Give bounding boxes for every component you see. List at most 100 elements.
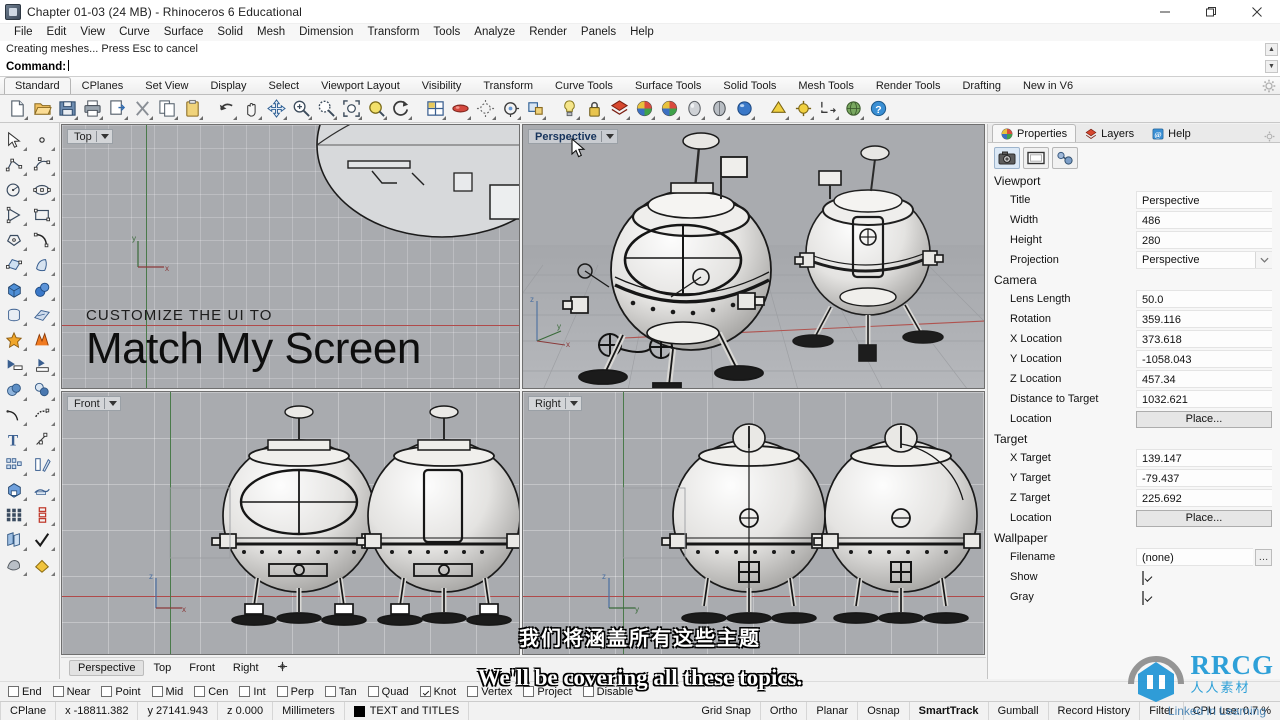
boolean-split-icon[interactable]: [28, 327, 56, 352]
status-toggle-osnap[interactable]: Osnap: [858, 701, 910, 720]
menu-item-tools[interactable]: Tools: [426, 24, 467, 41]
delete-x-icon[interactable]: [131, 98, 153, 120]
menu-item-edit[interactable]: Edit: [40, 24, 74, 41]
paste-icon[interactable]: [181, 98, 203, 120]
zoom-selected-icon[interactable]: [365, 98, 387, 120]
triangle-polygon-icon[interactable]: [0, 202, 28, 227]
ellipse-icon[interactable]: [28, 177, 56, 202]
property-checkbox-cell-gray[interactable]: [1136, 588, 1272, 606]
property-value-z-location[interactable]: 457.34: [1136, 370, 1272, 388]
toolbar-tab-mesh-tools[interactable]: Mesh Tools: [787, 77, 864, 94]
cylinder-icon[interactable]: [0, 302, 28, 327]
grid-array-icon[interactable]: [0, 502, 28, 527]
menu-item-mesh[interactable]: Mesh: [250, 24, 292, 41]
light-bulb-icon[interactable]: [558, 98, 580, 120]
status-toggle-planar[interactable]: Planar: [807, 701, 859, 720]
link-chain-icon[interactable]: [1052, 147, 1078, 169]
toolbar-tab-render-tools[interactable]: Render Tools: [865, 77, 952, 94]
pan-icon[interactable]: [240, 98, 262, 120]
sphere-blue-icon[interactable]: [733, 98, 755, 120]
render-preview-icon[interactable]: [474, 98, 496, 120]
box-edit-icon[interactable]: [0, 477, 28, 502]
dimension-icon[interactable]: [817, 98, 839, 120]
menu-item-solid[interactable]: Solid: [210, 24, 250, 41]
chevron-down-icon[interactable]: [1255, 252, 1272, 268]
zoom-extents-icon[interactable]: [340, 98, 362, 120]
viewport-label-front[interactable]: Front: [67, 396, 121, 411]
toolbar-tab-standard[interactable]: Standard: [4, 77, 71, 94]
status-units[interactable]: Millimeters: [273, 701, 345, 720]
point-icon[interactable]: [28, 127, 56, 152]
property-value-width[interactable]: 486: [1136, 211, 1272, 229]
render-mesh-icon[interactable]: [0, 552, 28, 577]
toolbar-tab-drafting[interactable]: Drafting: [951, 77, 1012, 94]
toolbar-tab-display[interactable]: Display: [199, 77, 257, 94]
boolean-union-icon[interactable]: [0, 377, 28, 402]
command-prompt[interactable]: Command:: [6, 60, 70, 73]
save-icon[interactable]: [56, 98, 78, 120]
maximize-button[interactable]: [1188, 0, 1234, 24]
menu-item-transform[interactable]: Transform: [360, 24, 426, 41]
circle-icon[interactable]: [0, 177, 28, 202]
offset-icon[interactable]: [28, 427, 56, 452]
boolean-difference-icon[interactable]: [28, 377, 56, 402]
chevron-down-icon[interactable]: [605, 134, 614, 139]
close-button[interactable]: [1234, 0, 1280, 24]
four-viewport-icon[interactable]: [424, 98, 446, 120]
help-question-icon[interactable]: ?: [867, 98, 889, 120]
toolbar-tab-new-in-v6[interactable]: New in V6: [1012, 77, 1084, 94]
gear-icon[interactable]: [1262, 79, 1276, 93]
polygon-icon[interactable]: [0, 227, 28, 252]
property-value-rotation[interactable]: 359.116: [1136, 310, 1272, 328]
select-arrow-icon[interactable]: [0, 127, 28, 152]
camera-icon[interactable]: [994, 147, 1020, 169]
sphere-shaded-icon[interactable]: [708, 98, 730, 120]
status-toggle-gumball[interactable]: Gumball: [989, 701, 1049, 720]
lock-icon[interactable]: [583, 98, 605, 120]
property-value-x-target[interactable]: 139.147: [1136, 449, 1272, 467]
menu-item-analyze[interactable]: Analyze: [467, 24, 522, 41]
chevron-down-icon[interactable]: [100, 134, 109, 139]
toolbar-tab-solid-tools[interactable]: Solid Tools: [712, 77, 787, 94]
sphere-gray-icon[interactable]: [683, 98, 705, 120]
paint-bucket-icon[interactable]: [28, 552, 56, 577]
viewport-label-top[interactable]: Top: [67, 129, 113, 144]
property-value-y-target[interactable]: -79.437: [1136, 469, 1272, 487]
render-properties-icon[interactable]: [524, 98, 546, 120]
viewport-front[interactable]: Front z x: [61, 391, 520, 655]
new-file-icon[interactable]: [6, 98, 28, 120]
color-wheel-icon[interactable]: [658, 98, 680, 120]
toolbar-tab-curve-tools[interactable]: Curve Tools: [544, 77, 624, 94]
menu-item-curve[interactable]: Curve: [112, 24, 157, 41]
property-value-height[interactable]: 280: [1136, 231, 1272, 249]
browse-ellipsis-button[interactable]: …: [1255, 548, 1272, 566]
box-icon[interactable]: [0, 277, 28, 302]
mirror-icon[interactable]: [28, 452, 56, 477]
render-icon[interactable]: [499, 98, 521, 120]
status-toggle-smarttrack[interactable]: SmartTrack: [910, 701, 989, 720]
status-toggle-ortho[interactable]: Ortho: [761, 701, 808, 720]
menu-item-panels[interactable]: Panels: [574, 24, 623, 41]
status-current-layer[interactable]: TEXT and TITLES: [345, 701, 470, 720]
toolbar-tab-transform[interactable]: Transform: [472, 77, 544, 94]
menu-item-render[interactable]: Render: [522, 24, 574, 41]
split-icon[interactable]: [28, 352, 56, 377]
move-icon[interactable]: [265, 98, 287, 120]
chevron-down-icon[interactable]: [569, 401, 578, 406]
material-icon[interactable]: [633, 98, 655, 120]
panel-tab-help[interactable]: @ Help: [1143, 124, 1200, 142]
toolbar-tab-set-view[interactable]: Set View: [134, 77, 199, 94]
open-folder-icon[interactable]: [31, 98, 53, 120]
print-icon[interactable]: [81, 98, 103, 120]
panel-tab-properties[interactable]: Properties: [992, 124, 1077, 142]
copy-icon[interactable]: [156, 98, 178, 120]
menu-item-surface[interactable]: Surface: [157, 24, 211, 41]
trim-icon[interactable]: [0, 352, 28, 377]
property-combo-projection[interactable]: Perspective: [1136, 251, 1272, 269]
viewport-perspective[interactable]: z y x Perspective: [522, 124, 985, 389]
viewport-right[interactable]: Right z y: [522, 391, 985, 655]
viewport-frame-icon[interactable]: [1023, 147, 1049, 169]
undo-icon[interactable]: [215, 98, 237, 120]
text-icon[interactable]: T: [0, 427, 28, 452]
property-value-x-location[interactable]: 373.618: [1136, 330, 1272, 348]
